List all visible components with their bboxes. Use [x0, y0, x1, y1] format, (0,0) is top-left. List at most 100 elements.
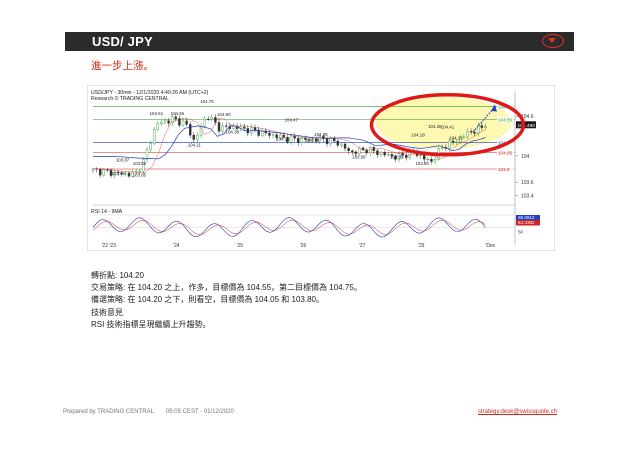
candle-body: [99, 169, 102, 176]
candle-body: [361, 147, 365, 151]
candle-body: [383, 152, 386, 156]
x-tick-label: '26: [300, 243, 307, 249]
analysis-notes: 轉折點: 104.20 交易策略: 在 104.20 之上，作多，目標價為 10…: [91, 270, 362, 331]
candle-body: [469, 131, 473, 133]
candle-body: [221, 125, 224, 132]
candle-body: [354, 151, 358, 154]
candle-body: [225, 125, 228, 127]
candle-body: [192, 134, 196, 140]
prepared-by: Prepared by TRADING CENTRAL: [63, 409, 154, 415]
rsi-value-label: 50: [518, 230, 524, 235]
candle-body: [433, 159, 437, 162]
candle-body: [250, 127, 253, 134]
candle-body: [163, 120, 167, 123]
candle-body: [102, 169, 106, 176]
candle-body: [376, 150, 379, 155]
candle-body: [455, 141, 458, 143]
candle-body: [297, 138, 300, 143]
footer-info: Prepared by TRADING CENTRAL 05:05 CEST - …: [63, 409, 234, 415]
candle-body: [127, 172, 131, 177]
candle-body: [243, 126, 246, 129]
candle-body: [405, 155, 408, 158]
candle-body: [174, 116, 178, 119]
price-annotation: 104.76: [200, 99, 214, 104]
price-annotation: 104.19: [306, 138, 320, 143]
candle-body: [343, 143, 347, 149]
candle-body: [185, 120, 188, 125]
candle-body: [340, 143, 343, 146]
candle-body: [300, 137, 304, 143]
price-annotation: 104.23: [276, 137, 290, 142]
comment-title: 技術意見: [91, 307, 123, 317]
x-tick-label: '29: [418, 243, 425, 249]
candle-body: [462, 136, 466, 138]
headline: 進一步上漲。: [91, 60, 154, 72]
candle-body: [261, 130, 264, 136]
candle-body: [379, 152, 383, 155]
price-annotation: 103.65: [133, 172, 147, 177]
footer-timestamp: 05:05 CEST - 01/12/2020: [165, 409, 234, 415]
price-annotation: 103.80: [415, 161, 429, 166]
candle-body: [106, 169, 109, 171]
candle-body: [160, 121, 163, 124]
candle-body: [196, 135, 199, 140]
price-annotation: 104.50: [217, 112, 231, 117]
pivot-value: 104.20: [119, 271, 144, 280]
price-annotation: 104.41: [441, 125, 455, 130]
candle-body: [426, 158, 430, 160]
comment-line: RSI 技術指標呈現繼續上升趨勢。: [91, 319, 211, 329]
x-tick-label: 'Dec: [485, 243, 495, 249]
candle-body: [423, 155, 426, 160]
price-annotation: 104.61: [150, 111, 164, 116]
price-annotation: 104.11: [188, 143, 202, 148]
candle-body: [181, 120, 185, 126]
level-label: 104.55: [498, 118, 512, 123]
rsi-label: RSI 14 - 9MA: [91, 209, 123, 215]
price-annotation: 103.98: [352, 154, 366, 159]
candle-body: [156, 123, 160, 130]
level-label: 104.05: [498, 151, 512, 156]
x-tick-label: '22 '23: [101, 243, 116, 249]
candle-body: [149, 143, 152, 150]
alternative-line: 備選策略: 在 104.20 之下，則看空，目標價為 104.05 和 103.…: [91, 295, 324, 305]
pivot-label: 轉折點: [91, 271, 115, 280]
y-tick-label: 103.4: [521, 193, 534, 199]
x-tick-label: '25: [236, 243, 243, 249]
price-annotation: 104.22: [449, 135, 463, 140]
price-annotation: 104.18: [411, 133, 425, 138]
candle-body: [387, 154, 390, 156]
y-tick-label: 104: [521, 154, 530, 160]
price-annotation: 103.95: [390, 154, 404, 159]
candle-body: [289, 135, 293, 143]
candle-body: [271, 134, 275, 136]
candle-body: [451, 140, 455, 143]
candle-body: [466, 131, 469, 138]
x-tick-label: '27: [359, 243, 366, 249]
price-annotation: 104.38: [226, 129, 240, 134]
instrument-header: USD/ JPY: [65, 32, 574, 51]
chevron-down-icon[interactable]: [542, 34, 564, 48]
price-chart: 104.7 104.55 104.2 104.05 103.8 103.87 103.61…: [87, 85, 555, 251]
price-annotation: 103.61: [112, 171, 126, 176]
candle-body: [325, 138, 329, 144]
chart-info-line2: Research © TRADING CENTRAL: [91, 95, 169, 102]
candle-body: [214, 117, 217, 123]
pivot-line: 轉折點: 104.20: [91, 271, 144, 280]
price-annotation: 104.28: [314, 132, 328, 137]
candle-body: [189, 124, 192, 136]
candle-body: [232, 126, 235, 129]
y-tick-label: 103.6: [521, 180, 534, 186]
contact-email-link[interactable]: strategy.desk@swissquote.ch: [478, 409, 557, 415]
candle-body: [484, 126, 487, 128]
candle-body: [210, 117, 214, 120]
candle-body: [203, 118, 206, 127]
candle-body: [167, 120, 170, 124]
candle-body: [217, 122, 221, 132]
price-annotation: 103.87: [116, 158, 130, 163]
candle-body: [207, 118, 210, 120]
candle-body: [441, 147, 444, 149]
candle-body: [430, 158, 433, 162]
candle-body: [419, 155, 422, 157]
rsi-value-label: 64.3362: [518, 220, 535, 225]
current-price-label: 104.490: [518, 123, 536, 129]
